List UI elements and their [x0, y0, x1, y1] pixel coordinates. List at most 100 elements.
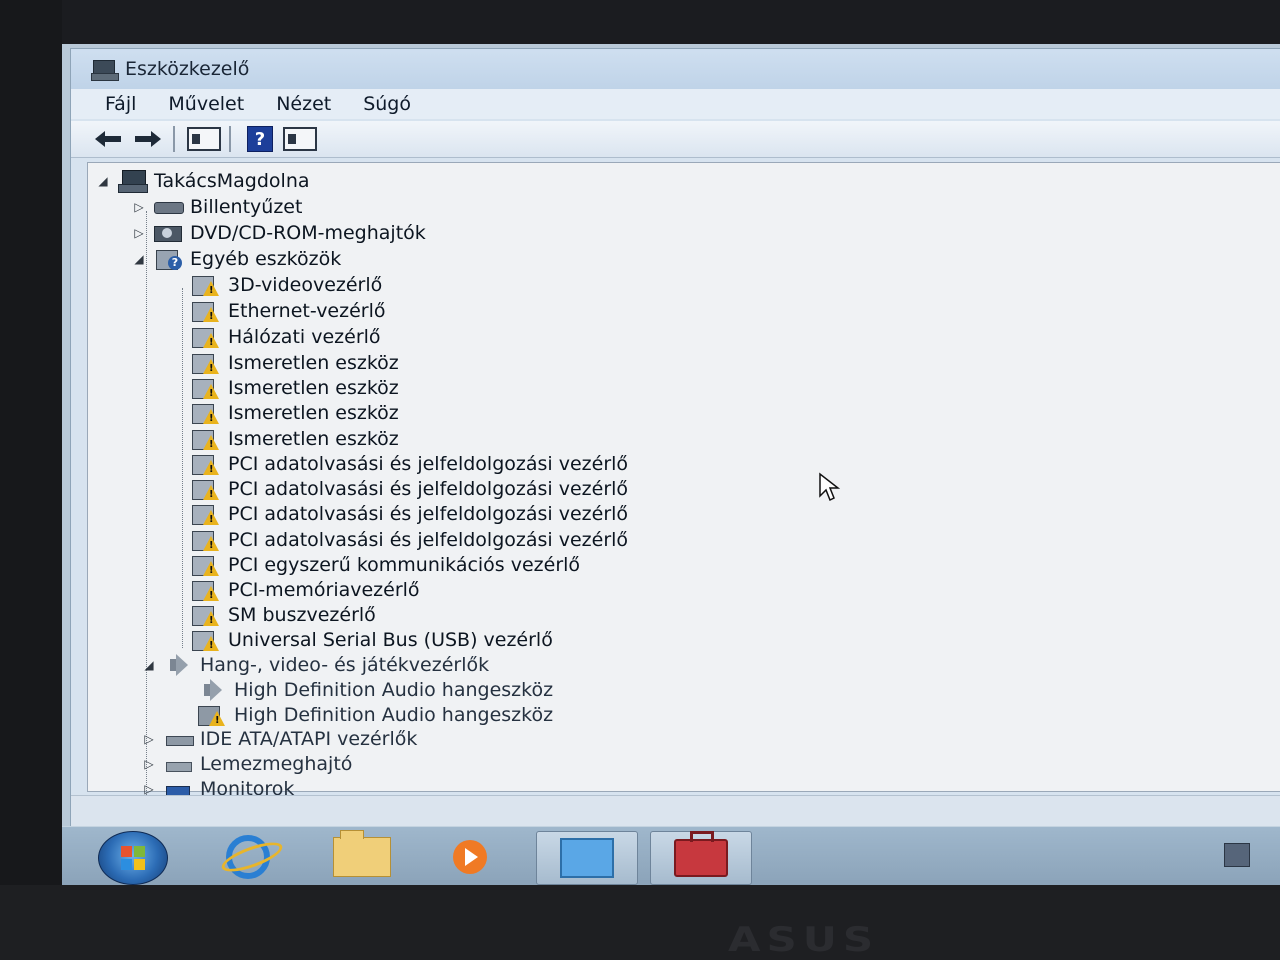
tree-item[interactable]: ▷ DVD/CD-ROM-meghajtók	[130, 221, 425, 245]
tree-item-label: High Definition Audio hangeszköz	[234, 704, 554, 726]
show-hide-console-tree-icon	[187, 127, 221, 151]
ide-controller-icon	[162, 728, 194, 750]
tray-network-icon[interactable]	[1224, 843, 1250, 867]
screen-bezel-left	[0, 0, 62, 960]
titlebar[interactable]: Eszközkezelő	[71, 49, 1280, 89]
tree-item[interactable]: ! 3D-videovezérlő	[168, 273, 382, 297]
tree-item[interactable]: ! Ethernet-vezérlő	[168, 299, 386, 323]
tree-item[interactable]: ! PCI-memóriavezérlő	[168, 578, 420, 602]
toolbar-separator	[173, 126, 175, 152]
tree-item[interactable]: ▷ Billentyűzet	[130, 195, 302, 219]
tree-item[interactable]: ! Ismeretlen eszköz	[168, 401, 399, 425]
menu-view[interactable]: Nézet	[276, 91, 331, 117]
tree-connector	[168, 430, 186, 448]
device-manager-icon	[91, 58, 119, 81]
expand-arrow-icon[interactable]: ▷	[130, 224, 148, 242]
tree-connector	[168, 581, 186, 599]
tree-item-label: PCI-memóriavezérlő	[228, 579, 420, 601]
explorer-folder-icon	[333, 830, 391, 877]
taskbar-internet-explorer[interactable]	[198, 831, 298, 883]
tree-connector	[168, 606, 186, 624]
tree-item-label: PCI adatolvasási és jelfeldolgozási vezé…	[228, 503, 629, 525]
collapse-arrow-icon[interactable]: ◢	[94, 172, 112, 190]
tree-item[interactable]: ◢? Egyéb eszközök	[130, 247, 341, 271]
tree-connector	[168, 302, 186, 320]
device-manager-window: Eszközkezelő Fájl Művelet Nézet Súgó ? ◢…	[70, 48, 1280, 830]
show-hide-tree-button[interactable]	[187, 125, 221, 153]
menu-file[interactable]: Fájl	[105, 91, 136, 117]
device-manager-icon	[560, 838, 614, 878]
tree-item[interactable]: ! PCI egyszerű kommunikációs vezérlő	[168, 553, 580, 577]
keyboard-icon	[152, 196, 184, 218]
collapse-arrow-icon[interactable]: ◢	[130, 250, 148, 268]
tree-item[interactable]: ! Ismeretlen eszköz	[168, 427, 399, 451]
warning-device-icon: !	[190, 377, 222, 399]
tree-item[interactable]: ! Hálózati vezérlő	[168, 325, 381, 349]
tree-connector	[168, 276, 186, 294]
tree-item[interactable]: ! PCI adatolvasási és jelfeldolgozási vez…	[168, 477, 628, 501]
menu-action[interactable]: Művelet	[168, 91, 244, 117]
tree-item-label: Lemezmeghajtó	[200, 753, 353, 775]
device-tree[interactable]: ◢ TakácsMagdolna ▷ Billentyűzet ▷ DVD/CD-RO…	[87, 162, 1280, 811]
collapse-arrow-icon[interactable]: ◢	[140, 656, 158, 674]
taskbar-toolbox[interactable]	[650, 831, 752, 885]
screen-bezel-top	[0, 0, 1280, 48]
tree-item-label: Hálózati vezérlő	[228, 326, 381, 348]
tree-item-label: 3D-videovezérlő	[228, 274, 383, 296]
expand-arrow-icon[interactable]: ▷	[140, 730, 158, 748]
tree-item[interactable]: High Definition Audio hangeszköz	[174, 678, 553, 702]
tree-item[interactable]: ! SM buszvezérlő	[168, 603, 376, 627]
tree-item[interactable]: ! Ismeretlen eszköz	[168, 376, 399, 400]
tree-item-label: SM buszvezérlő	[228, 604, 376, 626]
tree-connector	[168, 631, 186, 649]
toolbar: ?	[71, 121, 1280, 158]
tree-item-label: Ethernet-vezérlő	[228, 300, 386, 322]
tree-item-label: Ismeretlen eszköz	[228, 352, 399, 374]
tree-root[interactable]: ◢ TakácsMagdolna	[94, 169, 310, 193]
help-button[interactable]: ?	[243, 125, 277, 153]
tree-item-label: IDE ATA/ATAPI vezérlők	[200, 728, 418, 750]
warning-device-icon: !	[190, 453, 222, 475]
tree-item[interactable]: ! PCI adatolvasási és jelfeldolgozási vez…	[168, 452, 628, 476]
tree-item[interactable]: ! PCI adatolvasási és jelfeldolgozási vez…	[168, 528, 628, 552]
toolbox-icon	[674, 831, 728, 877]
window-title: Eszközkezelő	[125, 58, 250, 80]
back-button[interactable]	[91, 125, 125, 153]
tree-item-label: PCI adatolvasási és jelfeldolgozási vezé…	[228, 453, 629, 475]
dvd-drive-icon	[152, 222, 184, 244]
warning-device-icon: !	[190, 554, 222, 576]
taskbar-device-manager[interactable]	[536, 831, 638, 885]
expand-arrow-icon[interactable]: ▷	[140, 755, 158, 773]
tree-item-label: Ismeretlen eszköz	[228, 402, 399, 424]
tree-connector	[168, 379, 186, 397]
expand-arrow-icon[interactable]: ▷	[130, 198, 148, 216]
internet-explorer-icon	[226, 835, 270, 879]
tree-item[interactable]: ▷ IDE ATA/ATAPI vezérlők	[140, 727, 417, 751]
windows-logo-icon	[121, 846, 145, 870]
tree-connector	[168, 531, 186, 549]
warning-device-icon: !	[190, 503, 222, 525]
taskbar-media-player[interactable]	[420, 831, 520, 883]
tree-item[interactable]: ! PCI adatolvasási és jelfeldolgozási vez…	[168, 502, 628, 526]
tree-item-label: High Definition Audio hangeszköz	[234, 679, 554, 701]
warning-device-icon: !	[190, 402, 222, 424]
tree-item[interactable]: ! High Definition Audio hangeszköz	[174, 703, 553, 727]
tree-item[interactable]: ◢ Hang-, video- és játékvezérlők	[140, 653, 489, 677]
tree-item-label: Ismeretlen eszköz	[228, 377, 399, 399]
properties-button[interactable]	[283, 125, 317, 153]
tree-connector	[168, 354, 186, 372]
back-icon	[95, 131, 121, 147]
tree-item-label: Egyéb eszközök	[190, 248, 342, 270]
tree-connector	[174, 706, 192, 724]
taskbar-explorer[interactable]	[312, 830, 412, 883]
forward-button[interactable]	[131, 125, 165, 153]
tree-connector	[168, 505, 186, 523]
tree-item[interactable]: ▷ Lemezmeghajtó	[140, 752, 352, 776]
menu-help[interactable]: Súgó	[363, 91, 411, 117]
tree-item[interactable]: ! Universal Serial Bus (USB) vezérlő	[168, 628, 553, 652]
media-player-icon	[453, 840, 487, 874]
warning-device-icon: !	[190, 629, 222, 651]
tree-item[interactable]: ! Ismeretlen eszköz	[168, 351, 399, 375]
start-button[interactable]	[98, 831, 168, 885]
warning-device-icon: !	[190, 274, 222, 296]
